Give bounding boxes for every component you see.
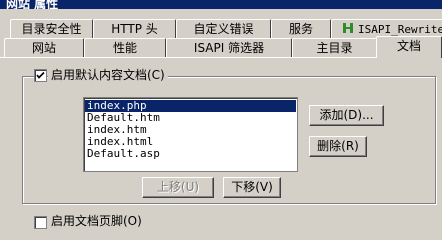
add-button[interactable]: 添加(D)... — [309, 105, 384, 126]
enable-footer-checkbox[interactable] — [34, 216, 47, 229]
tab-service[interactable]: 服务 — [271, 19, 331, 39]
tab-documents[interactable]: 文档 — [376, 36, 442, 58]
move-down-button[interactable]: 下移(V) — [223, 177, 281, 198]
tab-label: 性能 — [112, 41, 137, 55]
tab-label: 文档 — [396, 39, 421, 53]
tab-label: ISAPI_Rewrite — [358, 23, 442, 36]
remove-button[interactable]: 删除(R) — [309, 136, 367, 157]
list-item[interactable]: Default.asp — [85, 148, 296, 160]
tab-directory-security[interactable]: 目录安全性 — [10, 19, 93, 39]
default-document-list[interactable]: index.php Default.htm index.htm index.ht… — [83, 97, 298, 172]
window-title: 网站 属性 — [6, 0, 59, 9]
move-up-button[interactable]: 上移(U) — [142, 177, 214, 198]
enable-default-document-checkbox[interactable] — [34, 69, 47, 82]
tab-custom-errors[interactable]: 自定义错误 — [176, 19, 271, 39]
window-titlebar: 网站 属性 — [0, 0, 442, 9]
tab-home-directory[interactable]: 主目录 — [292, 38, 377, 58]
tab-label: HTTP 头 — [111, 22, 158, 36]
tab-label: 自定义错误 — [193, 22, 254, 36]
tab-isapi-filters[interactable]: ISAPI 筛选器 — [166, 38, 292, 58]
checkmark-icon — [36, 71, 45, 79]
tab-http-headers[interactable]: HTTP 头 — [93, 19, 176, 39]
tab-website[interactable]: 网站 — [4, 38, 84, 58]
tab-label: 主目录 — [316, 41, 353, 55]
tab-performance[interactable]: 性能 — [84, 38, 166, 58]
enable-footer-label: 启用文档页脚(O) — [48, 214, 145, 228]
tab-label: 网站 — [31, 41, 56, 55]
tab-label: 目录安全性 — [21, 22, 82, 36]
enable-default-document-label: 启用默认内容文档(C) — [48, 68, 168, 82]
tab-label: ISAPI 筛选器 — [193, 41, 265, 55]
isapi-rewrite-icon — [342, 21, 354, 39]
tab-label: 服务 — [288, 22, 313, 36]
